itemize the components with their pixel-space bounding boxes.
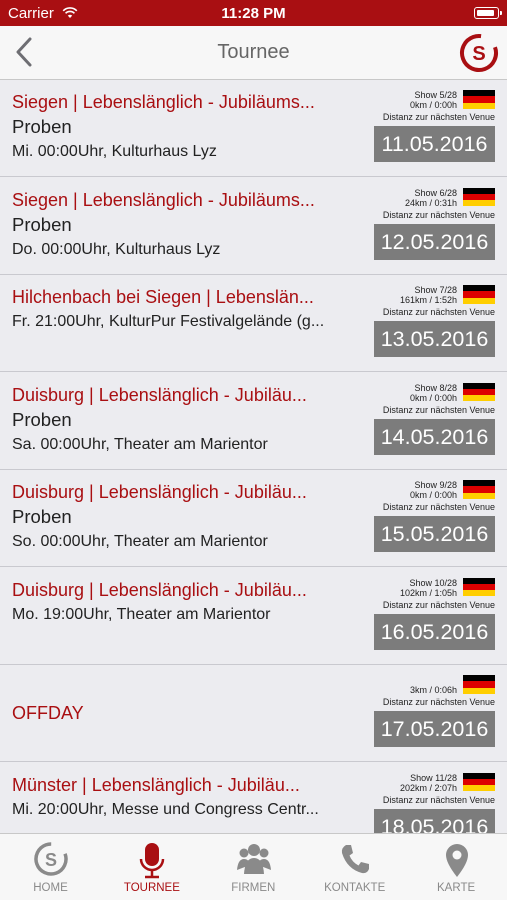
battery-icon [474, 7, 502, 19]
germany-flag-icon [463, 382, 495, 402]
distance-value: 24km / 0:31h [404, 197, 457, 208]
event-title: Hilchenbach bei Siegen | Lebenslän... [12, 287, 314, 307]
tour-info: Show 9/28 0km / 0:00h Distanz zur nächsten… [345, 480, 495, 560]
svg-text:S: S [472, 43, 485, 65]
date-badge: 14.05.2016 [374, 418, 495, 455]
distance-value: 202km / 2:07h [399, 782, 457, 793]
date-badge: 13.05.2016 [374, 321, 495, 357]
event-details: Sa. 00:00Uhr, Theater am Marientor [12, 435, 268, 453]
tour-info: Show 11/28 202km / 2:07h Distanz zur nächs… [345, 772, 495, 833]
distance-label: Distanz zur nächsten Venue [382, 794, 495, 805]
germany-flag-icon [463, 480, 495, 499]
germany-flag-icon [463, 90, 495, 109]
distance-label: Distanz zur nächsten Venue [382, 502, 495, 512]
date-badge: 15.05.2016 [374, 516, 495, 552]
event-title: Duisburg | Lebenslänglich - Jubiläu... [12, 482, 307, 502]
germany-flag-icon [463, 577, 495, 597]
event-title: OFFDAY [12, 703, 84, 723]
event-details: Mi. 00:00Uhr, Kulturhaus Lyz [12, 143, 217, 160]
event-title: Duisburg | Lebenslänglich - Jubiläu... [12, 384, 307, 405]
event-subtitle: Proben [12, 213, 72, 235]
map-pin-icon [445, 844, 468, 877]
tour-row[interactable]: Duisburg | Lebenslänglich - Jubiläu... Pr… [0, 373, 507, 470]
tab-home[interactable]: S HOME [0, 834, 101, 900]
distance-value: 3km / 0:06h [409, 685, 457, 695]
distance-label: Distanz zur nächsten Venue [382, 599, 495, 610]
distance-value: 0km / 0:00h [409, 100, 457, 110]
tour-info: Show 6/28 24km / 0:31h Distanz zur nächste… [345, 187, 495, 268]
event-subtitle: Proben [12, 116, 72, 137]
tab-kontakte[interactable]: KONTAKTE [304, 834, 405, 900]
event-details: Mi. 20:00Uhr, Messe und Congress Centr..… [12, 800, 319, 818]
tab-label: KONTAKTE [324, 882, 386, 894]
tab-label: KARTE [437, 882, 476, 894]
date-badge: 18.05.2016 [374, 808, 495, 833]
page-title: Tournee [217, 41, 290, 63]
event-details: Do. 00:00Uhr, Kulturhaus Lyz [12, 240, 221, 258]
event-subtitle: Proben [12, 506, 72, 527]
tour-row[interactable]: Duisburg | Lebenslänglich - Jubiläu... Pr… [0, 470, 507, 567]
tour-row[interactable]: Siegen | Lebenslänglich - Jubiläums... Pr… [0, 80, 507, 177]
tab-label: TOURNEE [123, 882, 180, 894]
distance-value: 0km / 0:00h [409, 490, 457, 500]
event-title: Siegen | Lebenslänglich - Jubiläums... [12, 92, 315, 112]
germany-flag-icon [463, 675, 495, 694]
navigation-bar: Tournee S [0, 26, 507, 80]
show-counter: Show 9/28 [414, 480, 457, 490]
show-counter: Show 7/28 [414, 285, 457, 295]
tour-row[interactable]: Hilchenbach bei Siegen | Lebenslän... Fr.… [0, 275, 507, 372]
distance-label: Distanz zur nächsten Venue [382, 112, 495, 122]
date-badge: 12.05.2016 [374, 223, 495, 260]
phone-icon [342, 845, 370, 874]
distance-label: Distanz zur nächsten Venue [382, 404, 495, 415]
tour-row[interactable]: Duisburg | Lebenslänglich - Jubiläu... Mo… [0, 568, 507, 665]
tab-label: HOME [33, 882, 68, 894]
event-subtitle: Proben [12, 408, 72, 430]
distance-value: 161km / 1:52h [399, 295, 457, 305]
event-details: Fr. 21:00Uhr, KulturPur Festivalgelände … [12, 313, 325, 330]
brand-logo-icon[interactable]: S [459, 33, 499, 73]
tab-firmen[interactable]: FIRMEN [203, 834, 304, 900]
tour-row[interactable]: Siegen | Lebenslänglich - Jubiläums... Pr… [0, 178, 507, 275]
germany-flag-icon [463, 285, 495, 304]
date-badge: 17.05.2016 [374, 711, 495, 747]
svg-text:S: S [45, 850, 57, 870]
status-bar: Carrier 11:28 PM [0, 0, 507, 26]
tour-info: Show 7/28 161km / 1:52h Distanz zur nächst… [345, 285, 495, 365]
germany-flag-icon [463, 772, 495, 792]
date-badge: 16.05.2016 [374, 613, 495, 650]
germany-flag-icon [463, 187, 495, 207]
tour-info: Show 5/28 0km / 0:00h Distanz zur nächsten… [345, 90, 495, 170]
show-counter: Show 11/28 [410, 772, 457, 783]
event-details: So. 00:00Uhr, Theater am Marientor [12, 533, 268, 550]
distance-label: Distanz zur nächsten Venue [382, 697, 495, 707]
event-title: Duisburg | Lebenslänglich - Jubiläu... [12, 579, 307, 600]
tour-info: 3km / 0:06h Distanz zur nächsten Venue 17.… [345, 675, 495, 755]
tour-info: Show 8/28 0km / 0:00h Distanz zur nächsten… [345, 382, 495, 463]
tour-list[interactable]: Siegen | Lebenslänglich - Jubiläums... Pr… [0, 80, 507, 833]
clock: 11:28 PM [221, 5, 286, 22]
show-counter: Show 6/28 [414, 187, 457, 198]
tab-karte[interactable]: KARTE [406, 834, 507, 900]
tour-row[interactable]: OFFDAY 3km / 0:06h Distanz zur nächsten Ve… [0, 665, 507, 762]
tour-info: Show 10/28 102km / 1:05h Distanz zur nächs… [345, 577, 495, 658]
tab-tournee[interactable]: TOURNEE [101, 834, 202, 900]
event-details: Mo. 19:00Uhr, Theater am Marientor [12, 605, 271, 623]
tab-label: FIRMEN [231, 882, 276, 894]
tab-bar: S HOME TOURNEE FIRMEN KONTAKTE KARTE [0, 833, 507, 900]
distance-value: 0km / 0:00h [409, 392, 457, 403]
show-counter: Show 8/28 [414, 382, 457, 393]
show-counter: Show 10/28 [409, 577, 457, 588]
distance-label: Distanz zur nächsten Venue [382, 209, 495, 220]
logo-icon: S [34, 842, 68, 876]
distance-value: 102km / 1:05h [399, 587, 457, 598]
event-title: Siegen | Lebenslänglich - Jubiläums... [12, 189, 315, 210]
date-badge: 11.05.2016 [374, 126, 495, 162]
microphone-icon [140, 843, 165, 879]
distance-label: Distanz zur nächsten Venue [382, 307, 495, 317]
tour-row[interactable]: Münster | Lebenslänglich - Jubiläu... Mi.… [0, 763, 507, 833]
show-counter: Show 5/28 [414, 90, 457, 100]
group-icon [236, 844, 271, 874]
event-title: Münster | Lebenslänglich - Jubiläu... [12, 774, 300, 795]
